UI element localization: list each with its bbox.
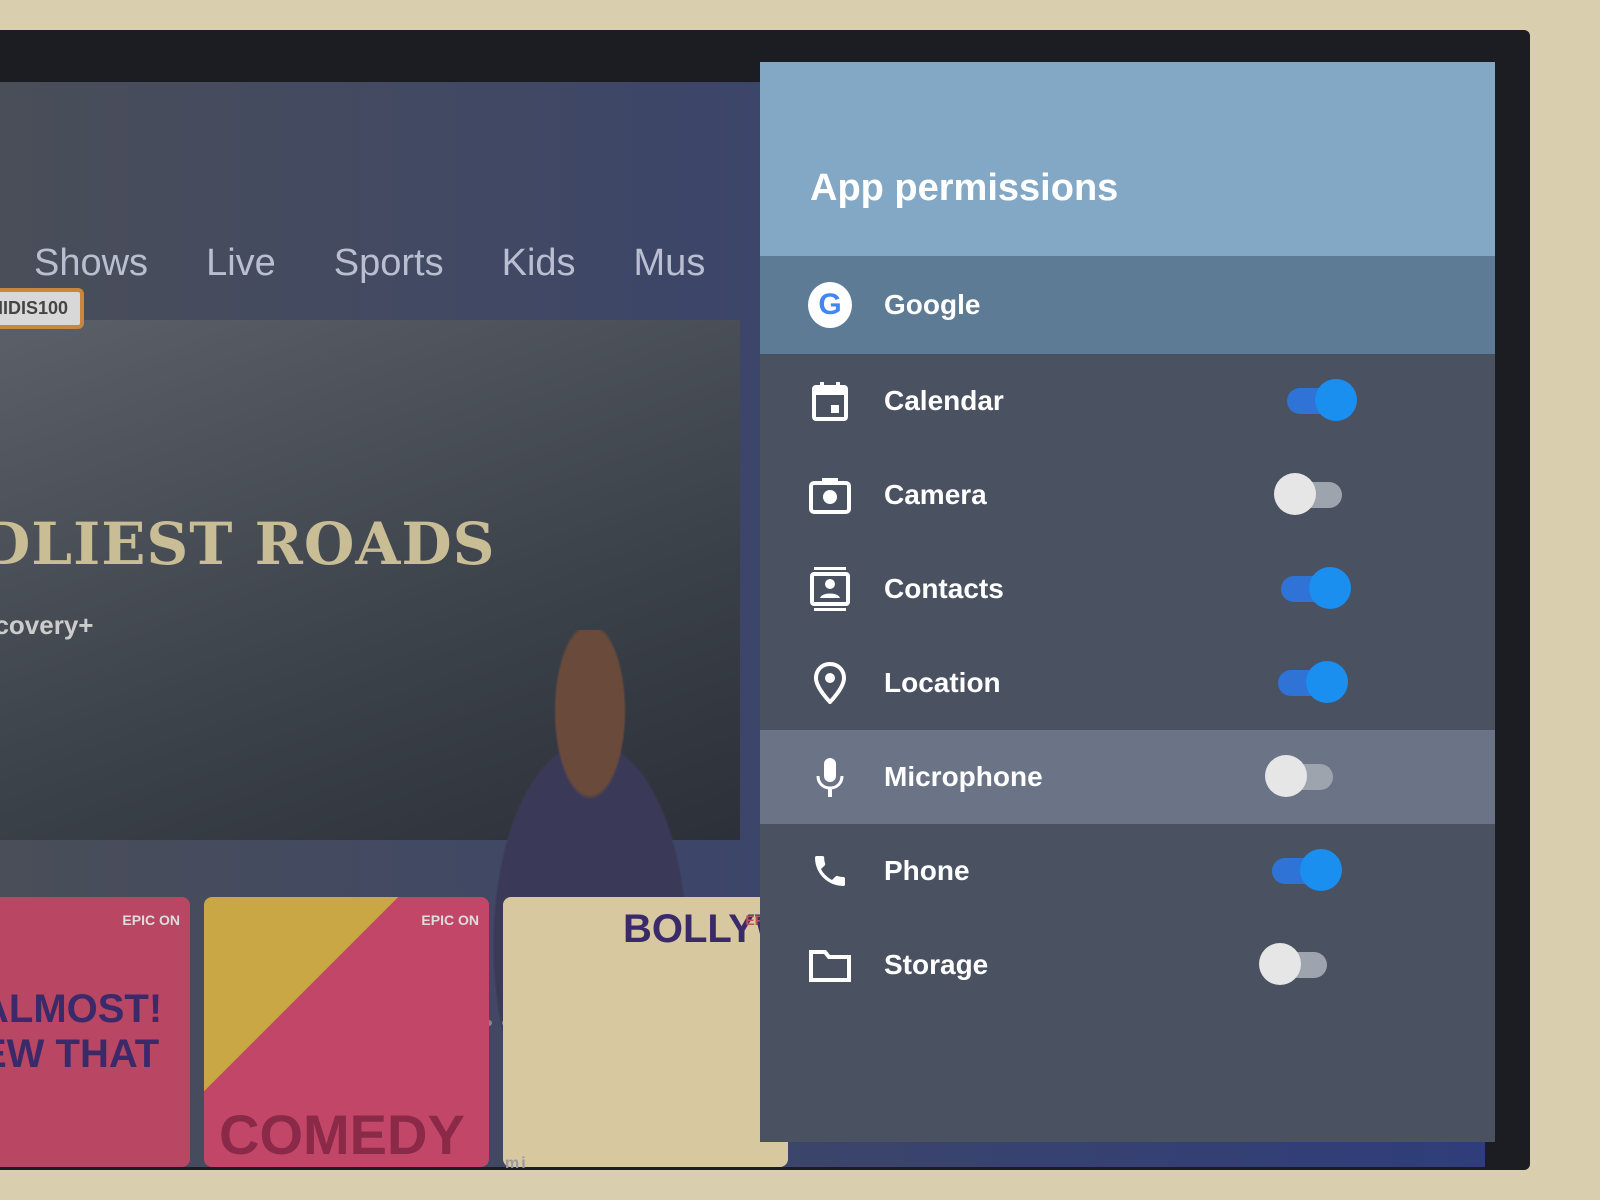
card-title: ALMOST! EW THAT bbox=[0, 987, 163, 1076]
permission-toggle[interactable] bbox=[1265, 755, 1333, 797]
nav-music[interactable]: Mus bbox=[634, 242, 706, 285]
nav-sports[interactable]: Sports bbox=[334, 242, 444, 285]
microphone-icon bbox=[808, 755, 852, 799]
toggle-knob bbox=[1274, 473, 1316, 515]
toggle-knob bbox=[1259, 943, 1301, 985]
content-row: ALMOST! EW THAT EPIC ON COMEDY EPIC ON BOL… bbox=[0, 897, 788, 1167]
card-badge: EPIC ON bbox=[421, 912, 479, 928]
top-nav: Shows Live Sports Kids Mus bbox=[0, 242, 705, 285]
folder-icon bbox=[808, 943, 852, 987]
hero-title: DLIEST ROADS bbox=[0, 510, 496, 578]
permission-label: Contacts bbox=[884, 573, 1004, 604]
permission-row-storage[interactable]: Storage bbox=[760, 918, 1495, 1012]
card-title: COMEDY bbox=[219, 1103, 465, 1166]
permission-toggle[interactable] bbox=[1278, 661, 1348, 703]
permission-row-microphone[interactable]: Microphone bbox=[760, 730, 1495, 824]
nav-shows[interactable]: Shows bbox=[34, 242, 148, 285]
toggle-knob bbox=[1315, 379, 1357, 421]
panel-header: App permissions bbox=[760, 62, 1495, 256]
nav-kids[interactable]: Kids bbox=[502, 242, 576, 285]
hero-subtitle: scovery+ bbox=[0, 610, 94, 640]
permission-label: Calendar bbox=[884, 385, 1004, 416]
permission-label: Camera bbox=[884, 479, 987, 510]
panel-title: App permissions bbox=[810, 167, 1119, 209]
permission-toggle[interactable] bbox=[1287, 379, 1357, 421]
content-card[interactable]: ALMOST! EW THAT EPIC ON bbox=[0, 897, 190, 1167]
hero-banner[interactable] bbox=[0, 320, 740, 1080]
permission-label: Storage bbox=[884, 949, 989, 980]
toggle-knob bbox=[1309, 567, 1351, 609]
app-name: Google bbox=[884, 289, 981, 320]
permission-label: Phone bbox=[884, 855, 970, 886]
toggle-knob bbox=[1300, 849, 1342, 891]
contacts-icon bbox=[808, 567, 852, 611]
permission-label: Location bbox=[884, 667, 1001, 698]
calendar-icon bbox=[808, 379, 852, 423]
google-logo-icon: G bbox=[808, 282, 852, 328]
permission-row-location[interactable]: Location bbox=[760, 636, 1495, 730]
camera-icon bbox=[808, 473, 852, 517]
tv-logo: mi bbox=[505, 1155, 528, 1172]
location-pin-icon bbox=[808, 661, 852, 705]
permission-row-contacts[interactable]: Contacts bbox=[760, 542, 1495, 636]
permission-row-camera[interactable]: Camera bbox=[760, 448, 1495, 542]
permission-toggle[interactable] bbox=[1274, 473, 1342, 515]
nav-live[interactable]: Live bbox=[206, 242, 276, 285]
toggle-knob bbox=[1306, 661, 1348, 703]
permission-label: Microphone bbox=[884, 761, 1043, 792]
app-permissions-panel: App permissions G Google Calendar Camera C… bbox=[760, 62, 1495, 1142]
content-card[interactable]: BOLLYWEPIC bbox=[503, 897, 788, 1167]
phone-icon bbox=[808, 849, 852, 893]
toggle-knob bbox=[1265, 755, 1307, 797]
permission-toggle[interactable] bbox=[1259, 943, 1327, 985]
permission-row-calendar[interactable]: Calendar bbox=[760, 354, 1495, 448]
permission-toggle[interactable] bbox=[1272, 849, 1342, 891]
permission-toggle[interactable] bbox=[1281, 567, 1351, 609]
promo-code-badge: MIDIS100 bbox=[0, 288, 85, 329]
content-card[interactable]: COMEDY EPIC ON bbox=[204, 897, 489, 1167]
permission-row-phone[interactable]: Phone bbox=[760, 824, 1495, 918]
card-badge: EPIC ON bbox=[122, 912, 180, 928]
app-row-google: G Google bbox=[760, 256, 1495, 354]
